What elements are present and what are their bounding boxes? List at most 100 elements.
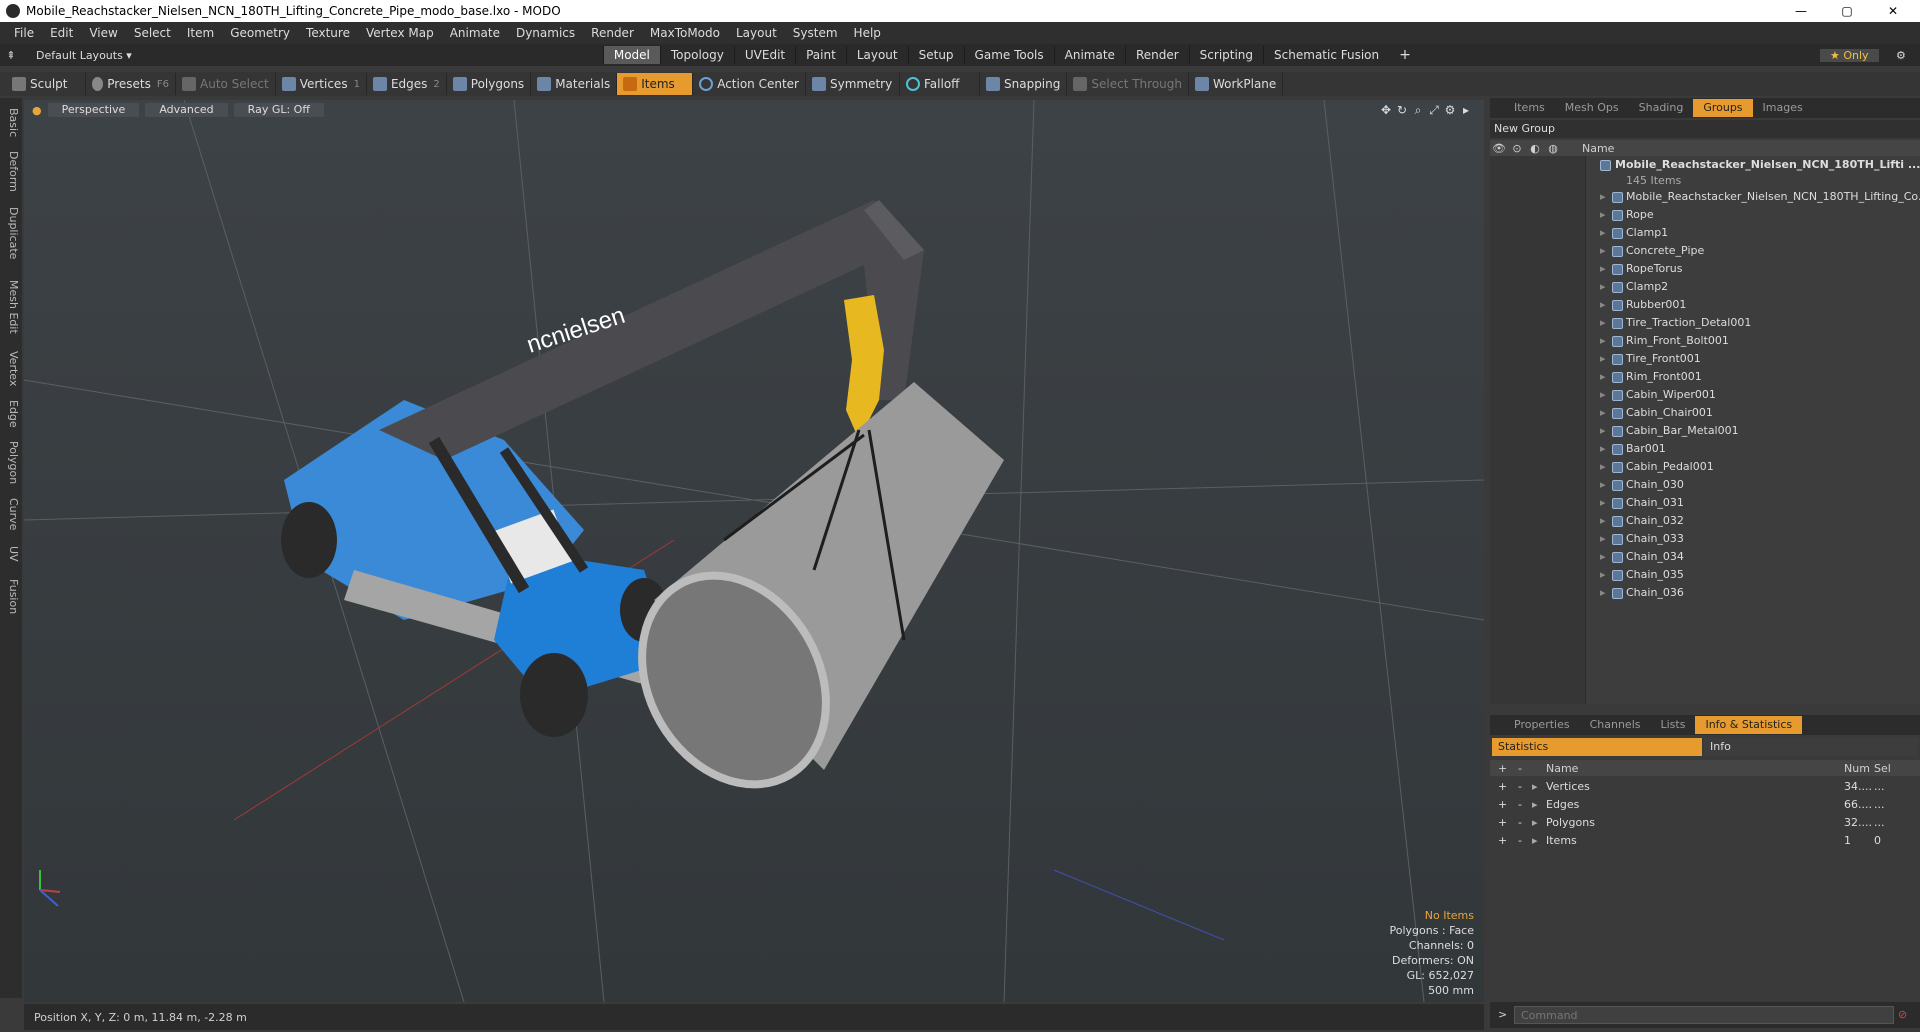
lower-tab-properties[interactable]: Properties <box>1504 716 1580 734</box>
stat-row-vertices[interactable]: + - ▸ Vertices 34....... <box>1490 778 1920 796</box>
left-tab-basic[interactable]: Basic <box>2 100 20 145</box>
panel-tab-items[interactable]: Items <box>1504 99 1555 117</box>
info-tab[interactable]: Info <box>1704 738 1918 756</box>
layout-tab-paint[interactable]: Paint <box>795 46 846 64</box>
left-tab-polygon[interactable]: Polygon <box>2 433 20 492</box>
new-group-button[interactable]: New Group <box>1490 120 1920 138</box>
expand-arrow-icon[interactable]: ▸ <box>1600 242 1606 260</box>
expand-arrow-icon[interactable]: ▸ <box>1600 584 1606 602</box>
layout-tab-game-tools[interactable]: Game Tools <box>963 46 1054 64</box>
group-item-row[interactable]: ▸ Rim_Front_Bolt001 <box>1490 332 1920 350</box>
stat-arrow-icon[interactable]: ▸ <box>1532 778 1538 796</box>
menu-layout[interactable]: Layout <box>728 26 785 40</box>
group-item-row[interactable]: ▸ RopeTorus <box>1490 260 1920 278</box>
group-item-row[interactable]: ▸ Clamp2 <box>1490 278 1920 296</box>
panel-tab-mesh-ops[interactable]: Mesh Ops <box>1555 99 1629 117</box>
menu-texture[interactable]: Texture <box>298 26 358 40</box>
menu-render[interactable]: Render <box>583 26 642 40</box>
expand-arrow-icon[interactable]: ▸ <box>1600 188 1606 206</box>
expand-arrow-icon[interactable]: ▸ <box>1600 422 1606 440</box>
menu-dynamics[interactable]: Dynamics <box>508 26 583 40</box>
layout-tab-model[interactable]: Model <box>602 46 660 64</box>
close-button[interactable]: ✕ <box>1870 0 1916 22</box>
select-col-icon[interactable]: ◍ <box>1544 142 1562 155</box>
group-item-row[interactable]: ▸ Cabin_Pedal001 <box>1490 458 1920 476</box>
group-item-row[interactable]: ▸ Mobile_Reachstacker_Nielsen_NCN_180TH_L… <box>1490 188 1920 206</box>
stat-row-edges[interactable]: + - ▸ Edges 66....... <box>1490 796 1920 814</box>
vertices-button[interactable]: Vertices 1 <box>276 73 367 95</box>
group-item-row[interactable]: ▸ Chain_031 <box>1490 494 1920 512</box>
lower-tab-channels[interactable]: Channels <box>1580 716 1651 734</box>
3d-viewport[interactable]: ncnielsen ● Perspective Advanced Ray GL:… <box>24 100 1484 1002</box>
left-tab-uv[interactable]: UV <box>2 537 20 571</box>
menu-view[interactable]: View <box>81 26 125 40</box>
panel-tab-images[interactable]: Images <box>1753 99 1813 117</box>
menu-item[interactable]: Item <box>179 26 222 40</box>
left-tab-edge[interactable]: Edge <box>2 395 20 433</box>
falloff-button[interactable]: Falloff <box>900 73 980 95</box>
add-layout-icon[interactable]: + <box>1399 47 1411 63</box>
expand-arrow-icon[interactable]: ▸ <box>1600 512 1606 530</box>
group-item-row[interactable]: ▸ Chain_035 <box>1490 566 1920 584</box>
layout-collapse-icon[interactable]: ⇞ <box>0 49 22 62</box>
layout-tab-layout[interactable]: Layout <box>845 46 908 64</box>
gear-icon[interactable]: ⚙ <box>1896 49 1906 62</box>
minimize-button[interactable]: — <box>1778 0 1824 22</box>
presets-button[interactable]: Presets F6 <box>86 73 176 95</box>
menu-animate[interactable]: Animate <box>442 26 508 40</box>
render-col-icon[interactable]: ◐ <box>1526 142 1544 155</box>
expand-arrow-icon[interactable]: ▸ <box>1600 260 1606 278</box>
expand-arrow-icon[interactable]: ▸ <box>1600 476 1606 494</box>
expand-arrow-icon[interactable]: ▸ <box>1600 530 1606 548</box>
group-item-row[interactable]: ▸ Rope <box>1490 206 1920 224</box>
group-item-row[interactable]: ▸ Tire_Traction_Detal001 <box>1490 314 1920 332</box>
layout-tab-animate[interactable]: Animate <box>1053 46 1125 64</box>
statistics-tab[interactable]: Statistics <box>1492 738 1702 756</box>
perspective-button[interactable]: Perspective <box>47 103 140 117</box>
expand-arrow-icon[interactable]: ▸ <box>1600 386 1606 404</box>
groups-list[interactable]: Mobile_Reachstacker_Nielsen_NCN_180TH_Li… <box>1490 156 1920 704</box>
collapse-all-icon[interactable]: - <box>1518 762 1522 775</box>
expand-arrow-icon[interactable]: ▸ <box>1600 494 1606 512</box>
viewport-menu-icon[interactable]: ● <box>32 104 42 117</box>
group-item-row[interactable]: ▸ Tire_Front001 <box>1490 350 1920 368</box>
menu-help[interactable]: Help <box>846 26 889 40</box>
expand-arrow-icon[interactable]: ▸ <box>1600 332 1606 350</box>
command-clear-icon[interactable]: ⊘ <box>1898 1008 1907 1021</box>
group-item-row[interactable]: ▸ Chain_030 <box>1490 476 1920 494</box>
left-tab-vertex[interactable]: Vertex <box>2 343 20 395</box>
stat-row-items[interactable]: + - ▸ Items 1 0 <box>1490 832 1920 850</box>
auto-select-button[interactable]: Auto Select <box>176 73 276 95</box>
action-center-button[interactable]: Action Center <box>693 73 806 95</box>
layout-tab-render[interactable]: Render <box>1124 46 1189 64</box>
expand-arrow-icon[interactable]: ▸ <box>1600 314 1606 332</box>
stat-collapse-icon[interactable]: - <box>1518 814 1522 832</box>
group-item-row[interactable]: ▸ Chain_036 <box>1490 584 1920 602</box>
stat-arrow-icon[interactable]: ▸ <box>1532 832 1538 850</box>
panel-tab-shading[interactable]: Shading <box>1629 99 1694 117</box>
viewport-more-icon[interactable]: ▸ <box>1458 103 1474 118</box>
group-item-row[interactable]: ▸ Rim_Front001 <box>1490 368 1920 386</box>
menu-geometry[interactable]: Geometry <box>222 26 298 40</box>
group-item-row[interactable]: ▸ Concrete_Pipe <box>1490 242 1920 260</box>
expand-arrow-icon[interactable]: ▸ <box>1600 548 1606 566</box>
menu-file[interactable]: File <box>6 26 42 40</box>
group-item-row[interactable]: ▸ Rubber001 <box>1490 296 1920 314</box>
group-item-row[interactable]: ▸ Chain_032 <box>1490 512 1920 530</box>
fit-icon[interactable]: ⤢ <box>1426 103 1442 118</box>
concrete-pipe-model[interactable] <box>605 382 1004 818</box>
left-tab-fusion[interactable]: Fusion <box>2 571 20 623</box>
polygons-button[interactable]: Polygons <box>447 73 532 95</box>
lock-col-icon[interactable]: ⊙ <box>1508 142 1526 155</box>
menu-vertex-map[interactable]: Vertex Map <box>358 26 442 40</box>
menu-select[interactable]: Select <box>126 26 179 40</box>
expand-arrow-icon[interactable]: ▸ <box>1600 206 1606 224</box>
command-input[interactable] <box>1514 1006 1894 1024</box>
snapping-button[interactable]: Snapping <box>980 73 1068 95</box>
menu-system[interactable]: System <box>785 26 846 40</box>
group-root-row[interactable]: Mobile_Reachstacker_Nielsen_NCN_180TH_Li… <box>1490 156 1920 174</box>
layout-tab-schematic-fusion[interactable]: Schematic Fusion <box>1263 46 1389 64</box>
layout-tab-setup[interactable]: Setup <box>907 46 964 64</box>
left-tab-duplicate[interactable]: Duplicate <box>2 197 20 270</box>
left-tab-mesh-edit[interactable]: Mesh Edit <box>2 270 20 343</box>
